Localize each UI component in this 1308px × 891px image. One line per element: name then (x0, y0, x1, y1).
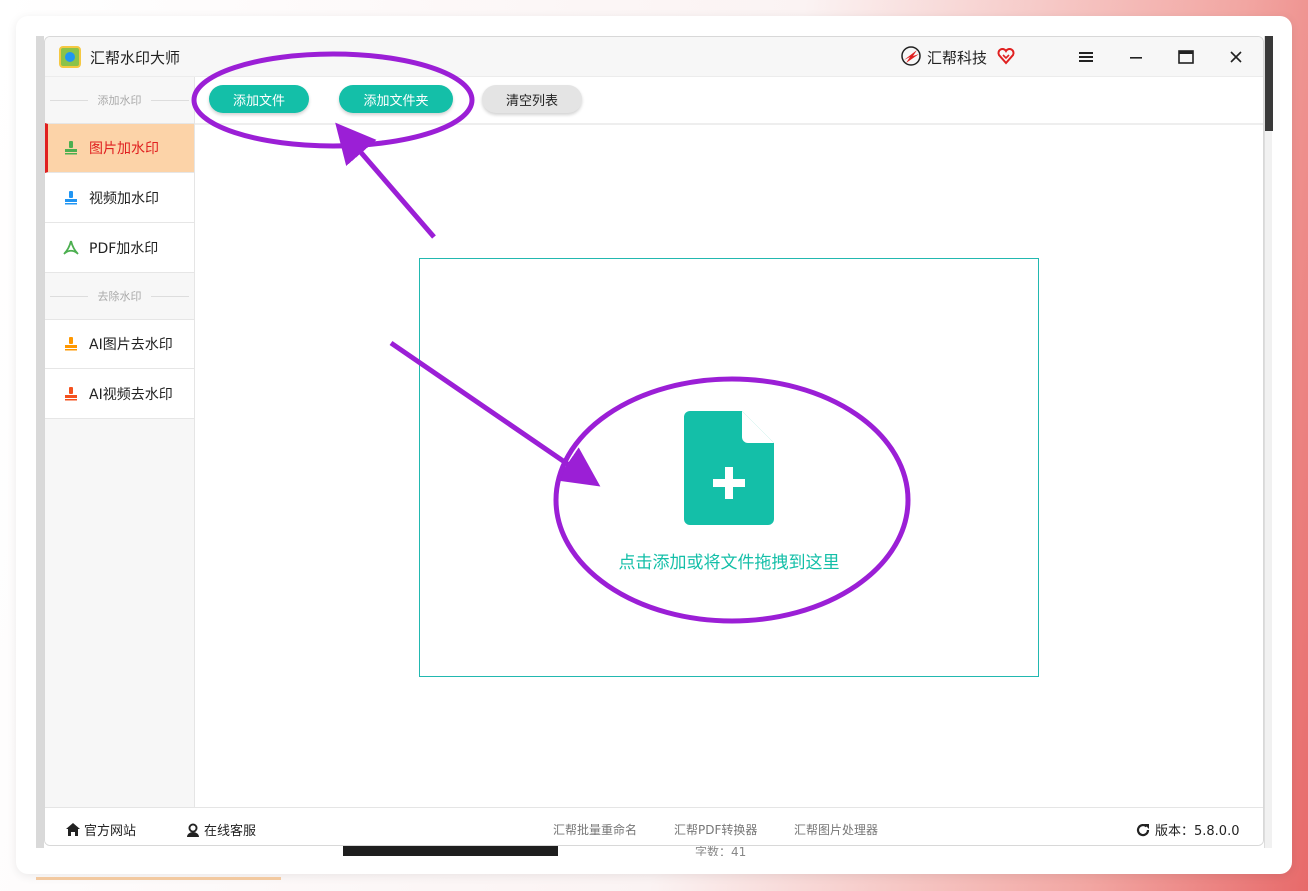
background-window-edge-right (1264, 36, 1273, 848)
file-drop-zone[interactable]: 点击添加或将文件拖拽到这里 (419, 258, 1039, 677)
video-stamp-icon (65, 190, 77, 204)
background-accent-line (36, 877, 281, 880)
version-info[interactable]: 版本：5.8.0.0 (1135, 820, 1239, 839)
sidebar-item-ai-video-remove[interactable]: AI视频去水印 (45, 369, 194, 419)
app-logo-icon (59, 46, 81, 68)
drop-zone-hint: 点击添加或将文件拖拽到这里 (618, 553, 840, 573)
sidebar-item-label: PDF加水印 (89, 240, 159, 257)
tool-link-image-processor[interactable]: 汇帮图片处理器 (794, 821, 878, 838)
file-add-icon (684, 411, 774, 525)
sidebar-item-pdf-watermark[interactable]: PDF加水印 (45, 223, 194, 273)
app-window: 汇帮水印大师 汇帮科技 添加水印 图片加水印 视频加水印 PDF加水印 去除水印… (44, 36, 1264, 846)
official-site-link[interactable]: 官方网站 (65, 820, 136, 839)
support-agent-icon (187, 823, 199, 837)
sidebar-item-label: AI视频去水印 (89, 386, 173, 403)
sidebar-item-video-watermark[interactable]: 视频加水印 (45, 173, 194, 223)
maximize-icon (1178, 50, 1194, 64)
section-label-add: 添加水印 (45, 77, 194, 123)
sidebar: 添加水印 图片加水印 视频加水印 PDF加水印 去除水印 AI图片去水印 AI视… (45, 77, 195, 807)
footer-bar: 官方网站 在线客服 汇帮批量重命名 汇帮PDF转换器 汇帮图片处理器 版本：5.… (45, 807, 1263, 845)
sidebar-item-label: 图片加水印 (89, 141, 159, 157)
online-service-link[interactable]: 在线客服 (185, 820, 256, 839)
section-label-remove: 去除水印 (45, 273, 194, 319)
background-word-count: 字数：41 (695, 846, 747, 856)
tool-link-rename[interactable]: 汇帮批量重命名 (553, 821, 637, 838)
add-folder-button[interactable]: 添加文件夹 (339, 85, 453, 113)
maximize-button[interactable] (1173, 45, 1199, 69)
brand-name: 汇帮科技 (927, 49, 988, 67)
refresh-icon (1136, 823, 1150, 836)
heart-icon[interactable] (997, 47, 1015, 65)
title-bar: 汇帮水印大师 汇帮科技 (45, 37, 1263, 77)
pdf-icon (63, 240, 79, 255)
hamburger-icon (1079, 52, 1093, 62)
sidebar-item-image-watermark[interactable]: 图片加水印 (45, 123, 194, 173)
menu-button[interactable] (1073, 45, 1099, 69)
version-label: 版本：5.8.0.0 (1155, 824, 1240, 839)
app-title: 汇帮水印大师 (90, 49, 181, 67)
background-window-edge (36, 36, 44, 848)
tool-link-pdf-converter[interactable]: 汇帮PDF转换器 (674, 821, 757, 838)
close-icon (1230, 51, 1242, 63)
sidebar-item-ai-image-remove[interactable]: AI图片去水印 (45, 319, 194, 369)
official-site-label: 官方网站 (84, 824, 137, 839)
sidebar-item-label: AI图片去水印 (89, 337, 173, 353)
minimize-button[interactable] (1123, 45, 1149, 69)
ai-image-stamp-icon (65, 337, 77, 351)
minimize-icon (1130, 57, 1142, 59)
file-list-area: 点击添加或将文件拖拽到这里 (195, 127, 1263, 807)
home-icon (66, 823, 80, 836)
close-button[interactable] (1223, 45, 1249, 69)
ai-video-stamp-icon (65, 386, 77, 400)
online-service-label: 在线客服 (204, 824, 257, 839)
add-file-button[interactable]: 添加文件 (209, 85, 309, 113)
clear-list-button[interactable]: 清空列表 (482, 85, 582, 113)
image-stamp-icon (65, 141, 77, 155)
sidebar-item-label: 视频加水印 (89, 190, 159, 207)
toolbar: 添加文件 添加文件夹 清空列表 (195, 77, 1263, 125)
background-taskbar-fragment (343, 846, 558, 856)
brand-logo-icon (901, 46, 921, 66)
